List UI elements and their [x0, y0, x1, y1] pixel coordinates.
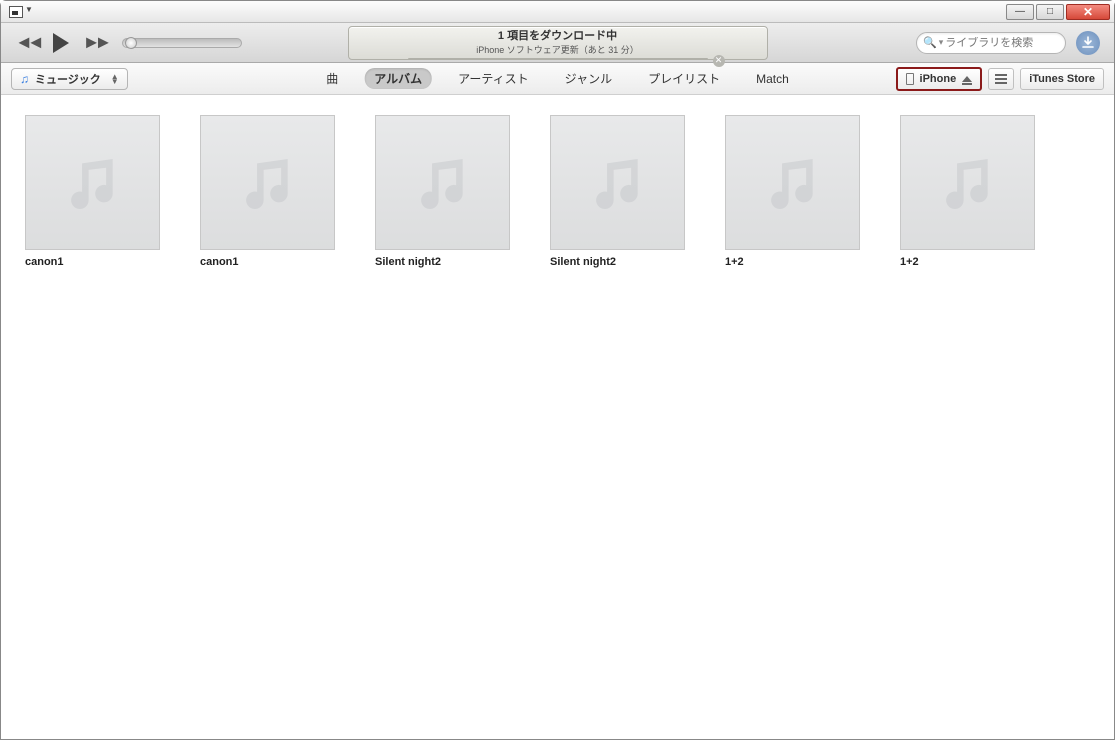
lcd-subtitle: iPhone ソフトウェア更新（あと 31 分） — [476, 43, 639, 56]
tab-artists[interactable]: アーティスト — [448, 68, 539, 89]
download-icon — [1081, 36, 1095, 50]
player-toolbar: ◄◄ ►► 1 項目をダウンロード中 iPhone ソフトウェア更新（あと 31… — [1, 23, 1114, 63]
album-title: 1+2 — [725, 256, 860, 268]
search-icon: 🔍 — [923, 36, 937, 49]
itunes-store-button[interactable]: iTunes Store — [1020, 68, 1104, 90]
music-note-icon — [758, 148, 828, 218]
window-maximize-button[interactable]: □ — [1036, 4, 1064, 20]
album-item[interactable]: canon1 — [25, 115, 160, 268]
volume-knob[interactable] — [125, 37, 137, 49]
tab-genres[interactable]: ジャンル — [555, 68, 622, 89]
album-item[interactable]: 1+2 — [725, 115, 860, 268]
album-artwork[interactable] — [25, 115, 160, 250]
album-item[interactable]: Silent night2 — [550, 115, 685, 268]
playback-controls: ◄◄ ►► — [15, 32, 106, 53]
download-progress-bar: ✕ — [408, 58, 708, 60]
album-item[interactable]: Silent night2 — [375, 115, 510, 268]
miniplayer-toggle[interactable]: ▼ — [9, 5, 33, 23]
album-artwork[interactable] — [375, 115, 510, 250]
eject-icon[interactable] — [962, 76, 972, 82]
album-item[interactable]: canon1 — [200, 115, 335, 268]
device-button[interactable]: iPhone — [896, 67, 983, 91]
album-title: Silent night2 — [550, 256, 685, 268]
search-input[interactable] — [945, 37, 1059, 49]
album-item[interactable]: 1+2 — [900, 115, 1035, 268]
album-title: Silent night2 — [375, 256, 510, 268]
music-note-icon — [58, 148, 128, 218]
tab-match[interactable]: Match — [746, 70, 799, 88]
album-title: 1+2 — [900, 256, 1035, 268]
previous-track-button[interactable]: ◄◄ — [15, 32, 39, 53]
next-track-button[interactable]: ►► — [83, 32, 107, 53]
tab-playlists[interactable]: プレイリスト — [638, 68, 730, 89]
volume-slider[interactable] — [122, 38, 242, 48]
device-label: iPhone — [920, 73, 957, 85]
album-artwork[interactable] — [900, 115, 1035, 250]
window-minimize-button[interactable]: — — [1006, 4, 1034, 20]
album-title: canon1 — [200, 256, 335, 268]
tab-albums[interactable]: アルバム — [364, 68, 432, 89]
album-artwork[interactable] — [725, 115, 860, 250]
account-button[interactable] — [1076, 31, 1100, 55]
cancel-download-button[interactable]: ✕ — [713, 55, 725, 67]
music-note-icon — [933, 148, 1003, 218]
album-grid-area: canon1 canon1 Silent night2 Silent night… — [1, 95, 1114, 739]
list-view-button[interactable] — [988, 68, 1014, 90]
search-field[interactable]: 🔍▾ — [916, 32, 1066, 54]
album-artwork[interactable] — [200, 115, 335, 250]
library-navbar: ♫ ミュージック ▲▼ 曲 アルバム アーティスト ジャンル プレイリスト Ma… — [1, 63, 1114, 95]
play-button[interactable] — [53, 33, 69, 53]
music-icon: ♫ — [20, 72, 29, 86]
iphone-icon — [906, 73, 914, 85]
album-title: canon1 — [25, 256, 160, 268]
chevron-updown-icon: ▲▼ — [111, 74, 119, 84]
music-note-icon — [233, 148, 303, 218]
itunes-window: ▼ — □ ✕ ◄◄ ►► 1 項目をダウンロード中 iPhone ソフトウェア… — [0, 0, 1115, 740]
library-source-label: ミュージック — [35, 71, 101, 87]
album-artwork[interactable] — [550, 115, 685, 250]
view-tabs: 曲 アルバム アーティスト ジャンル プレイリスト Match — [316, 68, 799, 89]
music-note-icon — [583, 148, 653, 218]
tab-songs[interactable]: 曲 — [316, 68, 348, 89]
library-source-selector[interactable]: ♫ ミュージック ▲▼ — [11, 68, 128, 90]
status-lcd: 1 項目をダウンロード中 iPhone ソフトウェア更新（あと 31 分） ✕ — [348, 26, 768, 60]
music-note-icon — [408, 148, 478, 218]
window-close-button[interactable]: ✕ — [1066, 4, 1110, 20]
lcd-title: 1 項目をダウンロード中 — [498, 27, 617, 43]
window-titlebar: ▼ — □ ✕ — [1, 1, 1114, 23]
